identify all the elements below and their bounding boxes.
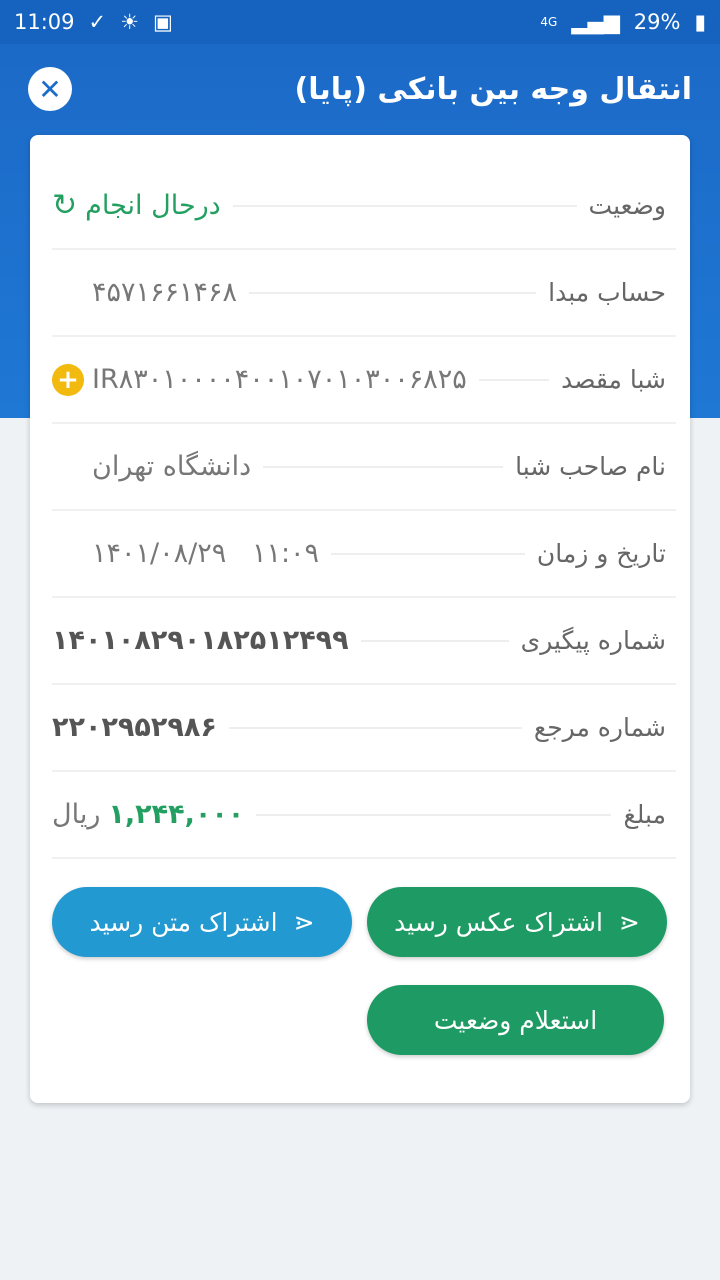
clock: 11:09 xyxy=(14,10,75,34)
divider xyxy=(478,378,550,381)
battery-text: 29% xyxy=(633,10,681,34)
status-bar: 11:09 ✓ ☀ ▣ 4G ▂▄▆ 29% ▮ xyxy=(0,0,720,44)
row-value: دانشگاه تهران xyxy=(92,451,252,482)
row-label: مبلغ xyxy=(623,800,666,829)
task-icon: ✓ xyxy=(88,10,107,34)
divider xyxy=(331,552,525,555)
sheba-value: IR۸۳۰۱۰۰۰۰۴۰۰۱۰۷۰۱۰۳۰۰۶۸۲۵ + xyxy=(52,363,467,396)
row-sheba-owner: نام صاحب شبا دانشگاه تهران xyxy=(52,424,676,511)
row-dest-sheba: شبا مقصد IR۸۳۰۱۰۰۰۰۴۰۰۱۰۷۰۱۰۳۰۰۶۸۲۵ + xyxy=(52,337,676,424)
currency: ریال xyxy=(52,799,101,830)
close-icon: ✕ xyxy=(38,72,62,106)
divider xyxy=(228,726,522,729)
row-source-account: حساب مبدا ۴۵۷۱۶۶۱۴۶۸ xyxy=(52,250,676,337)
row-label: نام صاحب شبا xyxy=(515,452,666,481)
receipt-card: وضعیت درحال انجام ↻ حساب مبدا ۴۵۷۱۶۶۱۴۶۸ شب… xyxy=(30,135,690,1103)
row-label: شبا مقصد xyxy=(561,365,666,394)
divider xyxy=(263,465,504,468)
battery-icon: ▮ xyxy=(694,10,706,34)
row-amount: مبلغ ۱,۲۴۴,۰۰۰ ریال xyxy=(52,772,676,859)
row-status: وضعیت درحال انجام ↻ xyxy=(52,163,676,250)
row-label: وضعیت xyxy=(588,191,666,220)
row-value: ۴۵۷۱۶۶۱۴۶۸ xyxy=(92,277,238,308)
button-label: اشتراک متن رسید xyxy=(89,907,278,937)
page-title: انتقال وجه بین بانکی (پایا) xyxy=(294,71,693,107)
divider xyxy=(249,291,537,294)
title-bar: ✕ انتقال وجه بین بانکی (پایا) xyxy=(0,44,720,134)
row-value: ۱۴۰۱۰۸۲۹۰۱۸۲۵۱۲۴۹۹ xyxy=(52,625,349,656)
divider xyxy=(360,639,509,642)
row-label: شماره مرجع xyxy=(533,713,666,742)
row-reference-number: شماره مرجع ۲۲۰۲۹۵۲۹۸۶ xyxy=(52,685,676,772)
status-text: درحال انجام xyxy=(85,190,221,221)
pending-clock-icon: ↻ xyxy=(52,188,78,223)
button-label: استعلام وضعیت xyxy=(433,1005,598,1035)
amount: ۱,۲۴۴,۰۰۰ xyxy=(108,799,245,830)
share-icon: ⋖ xyxy=(618,907,640,937)
add-icon[interactable]: + xyxy=(52,363,84,396)
close-button[interactable]: ✕ xyxy=(28,67,72,111)
row-value: ۲۲۰۲۹۵۲۹۸۶ xyxy=(52,712,217,743)
row-label: تاریخ و زمان xyxy=(536,539,666,568)
row-value: ۱۴۰۱/۰۸/۲۹ ۱۱:۰۹ xyxy=(92,538,320,569)
row-label: حساب مبدا xyxy=(548,278,666,307)
weather-icon: ☀ xyxy=(120,10,139,34)
share-icon: ⋖ xyxy=(293,907,315,937)
amount-value: ۱,۲۴۴,۰۰۰ ریال xyxy=(52,799,244,830)
status-value: درحال انجام ↻ xyxy=(52,188,221,223)
row-label: شماره پیگیری xyxy=(520,626,666,655)
row-datetime: تاریخ و زمان ۱۴۰۱/۰۸/۲۹ ۱۱:۰۹ xyxy=(52,511,676,598)
share-image-button[interactable]: ⋖ اشتراک عکس رسید xyxy=(367,887,667,957)
button-label: اشتراک عکس رسید xyxy=(394,907,603,937)
network-label: 4G xyxy=(540,15,558,29)
share-text-button[interactable]: ⋖ اشتراک متن رسید xyxy=(52,887,352,957)
divider xyxy=(232,204,577,207)
signal-icon: ▂▄▆ xyxy=(571,10,620,34)
row-tracking-number: شماره پیگیری ۱۴۰۱۰۸۲۹۰۱۸۲۵۱۲۴۹۹ xyxy=(52,598,676,685)
divider xyxy=(256,813,612,816)
image-icon: ▣ xyxy=(152,10,173,34)
row-value: IR۸۳۰۱۰۰۰۰۴۰۰۱۰۷۰۱۰۳۰۰۶۸۲۵ xyxy=(92,364,467,395)
inquiry-button[interactable]: استعلام وضعیت xyxy=(367,985,664,1055)
